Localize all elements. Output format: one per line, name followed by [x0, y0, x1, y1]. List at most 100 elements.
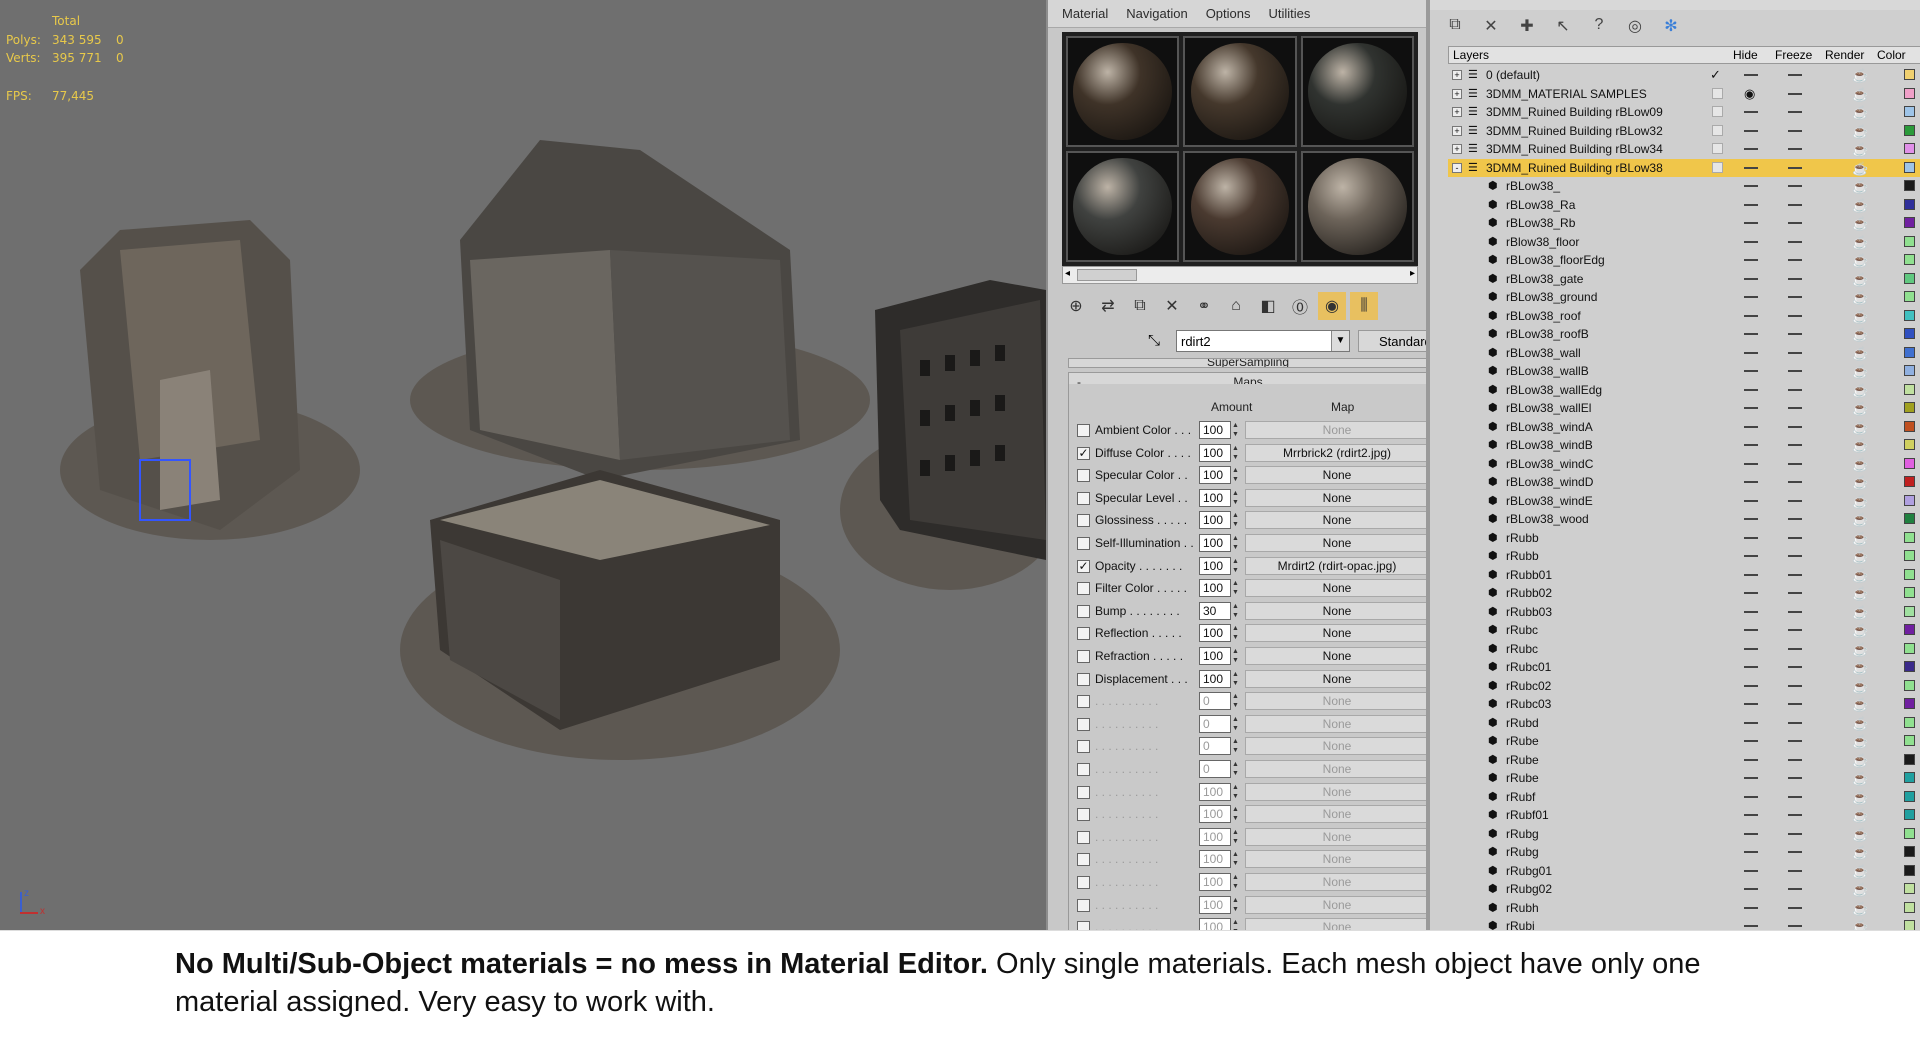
hide-toggle[interactable]	[1744, 555, 1758, 557]
map-slot-button[interactable]: None	[1245, 511, 1429, 530]
hide-toggle[interactable]	[1744, 573, 1758, 576]
hide-toggle[interactable]	[1744, 388, 1758, 391]
spinner-arrows-icon[interactable]: ▲▼	[1232, 511, 1242, 529]
layer-row[interactable]: - ☰ 3DMM_Ruined Building rBLow38 ☕	[1448, 158, 1920, 177]
freeze-toggle[interactable]	[1788, 388, 1802, 391]
spinner-arrows-icon[interactable]: ▲▼	[1232, 737, 1242, 755]
map-amount-input[interactable]: 0	[1199, 714, 1231, 733]
freeze-toggle[interactable]	[1788, 203, 1802, 206]
render-teapot-icon[interactable]: ☕	[1852, 790, 1868, 806]
hide-toggle[interactable]	[1744, 166, 1758, 169]
freeze-toggle[interactable]	[1788, 425, 1802, 428]
layer-color-swatch[interactable]	[1904, 883, 1915, 894]
hidden-eye-icon[interactable]: ◉	[1744, 86, 1755, 102]
layer-name[interactable]: rRubf	[1506, 790, 1535, 804]
map-amount-input[interactable]: 100	[1199, 669, 1231, 688]
spinner-arrows-icon[interactable]: ▲▼	[1232, 602, 1242, 620]
map-enable-checkbox[interactable]: ✓	[1077, 446, 1090, 460]
render-teapot-icon[interactable]: ☕	[1852, 346, 1868, 362]
object-row[interactable]: ⬢ rRubg01 ☕	[1448, 862, 1920, 880]
hide-toggle[interactable]	[1744, 259, 1758, 261]
object-row[interactable]: ⬢ rRubh ☕	[1448, 899, 1920, 917]
active-layer-box[interactable]	[1712, 143, 1723, 154]
render-teapot-icon[interactable]: ☕	[1852, 642, 1868, 658]
expand-icon[interactable]: +	[1452, 88, 1462, 99]
layer-color-swatch[interactable]	[1904, 735, 1915, 746]
freeze-toggle[interactable]	[1788, 111, 1802, 113]
assign-material-icon[interactable]: ⧉	[1126, 292, 1154, 320]
map-amount-input[interactable]: 100	[1199, 421, 1231, 439]
layer-color-swatch[interactable]	[1904, 494, 1915, 506]
layer-name[interactable]: rBLow38_windB	[1506, 438, 1593, 452]
map-amount-input[interactable]: 100	[1199, 511, 1231, 530]
layer-color-swatch[interactable]	[1904, 642, 1915, 654]
freeze-toggle[interactable]	[1788, 851, 1802, 853]
layer-color-swatch[interactable]	[1904, 217, 1915, 228]
layer-name[interactable]: rRubc	[1506, 642, 1538, 656]
layer-name[interactable]: rBLow38_wall	[1506, 346, 1581, 360]
render-teapot-icon[interactable]: ☕	[1852, 716, 1868, 732]
layer-color-swatch[interactable]	[1904, 716, 1915, 728]
hide-toggle[interactable]	[1744, 148, 1758, 150]
spinner-arrows-icon[interactable]: ▲▼	[1232, 828, 1242, 846]
hide-toggle[interactable]	[1744, 296, 1758, 298]
map-slot-button[interactable]: Mrrbrick2 (rdirt2.jpg)	[1245, 443, 1429, 462]
layer-color-swatch[interactable]	[1904, 772, 1915, 783]
render-teapot-icon[interactable]: ☕	[1852, 253, 1868, 269]
map-slot-button[interactable]: None	[1245, 782, 1429, 801]
render-teapot-icon[interactable]: ☕	[1852, 161, 1868, 177]
render-teapot-icon[interactable]: ☕	[1852, 864, 1868, 880]
freeze-toggle[interactable]	[1788, 185, 1802, 187]
map-amount-input[interactable]: 30	[1199, 601, 1231, 620]
delete-layer-icon[interactable]: ✕	[1478, 16, 1504, 40]
freeze-toggle[interactable]	[1788, 925, 1802, 927]
spinner-arrows-icon[interactable]: ▲▼	[1232, 850, 1242, 868]
layer-color-swatch[interactable]	[1904, 809, 1915, 820]
hide-toggle[interactable]	[1744, 499, 1758, 502]
map-slot-button[interactable]: None	[1245, 421, 1429, 439]
object-row[interactable]: ⬢ rRubb01 ☕	[1448, 566, 1920, 584]
map-enable-checkbox[interactable]	[1077, 740, 1090, 754]
map-slot-button[interactable]: None	[1245, 760, 1429, 778]
layer-color-swatch[interactable]	[1904, 272, 1915, 284]
layer-name[interactable]: rRubg	[1506, 827, 1539, 841]
expand-icon[interactable]: +	[1452, 70, 1462, 80]
freeze-toggle[interactable]	[1788, 481, 1802, 483]
hide-toggle[interactable]	[1744, 129, 1758, 132]
spinner-arrows-icon[interactable]: ▲▼	[1232, 489, 1242, 507]
layer-name[interactable]: rRubf01	[1506, 808, 1549, 822]
hide-toggle[interactable]	[1744, 333, 1758, 335]
hide-toggle[interactable]	[1744, 610, 1758, 613]
layer-color-swatch[interactable]	[1904, 439, 1915, 450]
map-amount-input[interactable]: 0	[1199, 692, 1231, 711]
layer-name[interactable]: 3DMM_Ruined Building rBLow34	[1486, 142, 1663, 156]
chevron-down-icon[interactable]: ▼	[1331, 331, 1349, 351]
freeze-toggle[interactable]	[1788, 869, 1802, 872]
render-teapot-icon[interactable]: ☕	[1852, 383, 1868, 399]
freeze-toggle[interactable]	[1788, 814, 1802, 816]
layer-color-swatch[interactable]	[1904, 513, 1915, 524]
object-row[interactable]: ⬢ rBLow38_wall ☕	[1448, 344, 1920, 362]
layer-name[interactable]: rBLow38_windE	[1506, 494, 1593, 508]
hide-toggle[interactable]	[1744, 111, 1758, 113]
layer-name[interactable]: rBLow38_wallEl	[1506, 401, 1591, 415]
layer-name[interactable]: rBLow38_ground	[1506, 290, 1597, 304]
layer-name[interactable]: rBLow38_windC	[1506, 457, 1593, 471]
supersampling-rollout[interactable]: SuperSampling	[1068, 358, 1428, 368]
layer-color-swatch[interactable]	[1904, 827, 1915, 839]
map-enable-checkbox[interactable]	[1077, 695, 1090, 709]
spinner-arrows-icon[interactable]: ▲▼	[1232, 624, 1242, 642]
map-amount-input[interactable]: 100	[1199, 443, 1231, 462]
hide-toggle[interactable]	[1744, 185, 1758, 187]
material-name-input[interactable]: rdirt2 ▼	[1176, 330, 1350, 352]
map-slot-button[interactable]: None	[1245, 669, 1429, 688]
hide-toggle[interactable]	[1744, 370, 1758, 372]
layer-name[interactable]: rBLow38_wallB	[1506, 364, 1589, 378]
layer-color-swatch[interactable]	[1904, 254, 1915, 265]
hide-toggle[interactable]	[1744, 684, 1758, 687]
layer-color-swatch[interactable]	[1904, 698, 1915, 709]
layer-row[interactable]: + ☰ 3DMM_Ruined Building rBLow32 ☕	[1448, 122, 1920, 140]
freeze-toggle[interactable]	[1788, 573, 1802, 576]
render-teapot-icon[interactable]: ☕	[1852, 531, 1868, 547]
map-slot-button[interactable]: None	[1245, 534, 1429, 552]
